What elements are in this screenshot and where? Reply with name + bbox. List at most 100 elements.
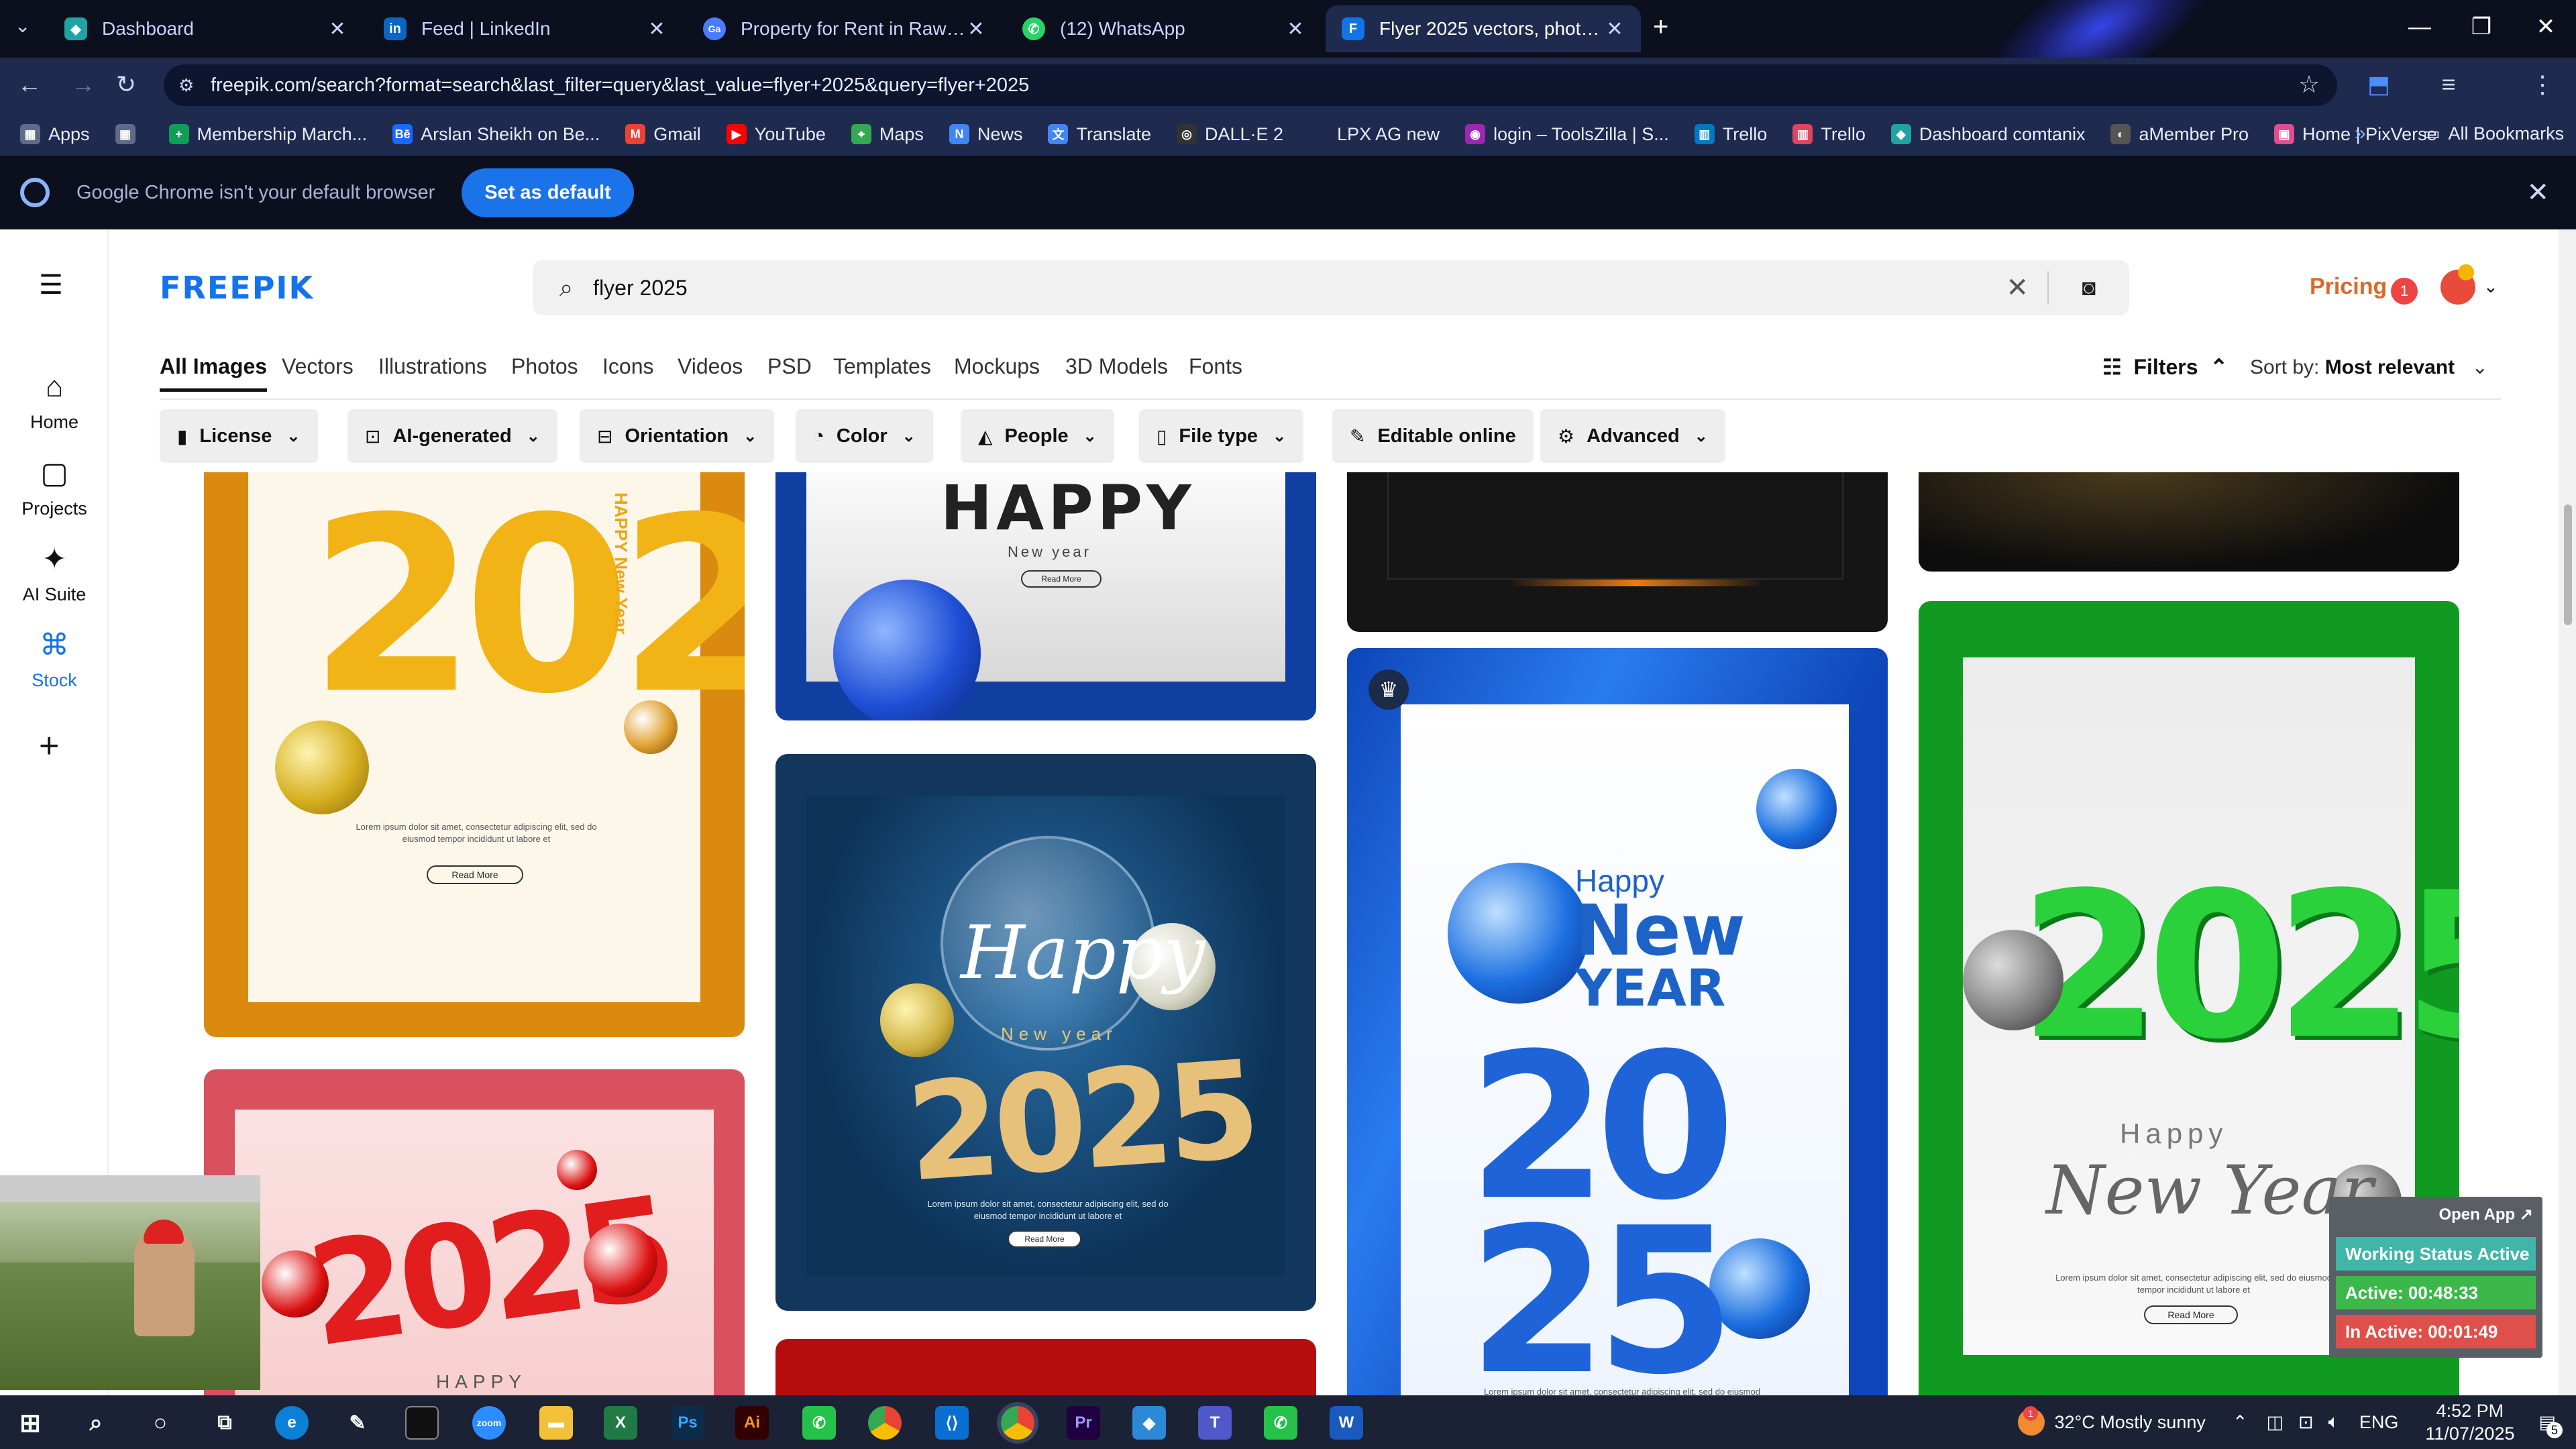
category-tab[interactable]: Videos bbox=[678, 354, 743, 379]
hamburger-menu-icon[interactable]: ☰ bbox=[39, 270, 63, 301]
category-tab[interactable]: Photos bbox=[511, 354, 578, 379]
result-card[interactable]: 2025 HAPPY bbox=[204, 1069, 745, 1395]
account-chevron-down-icon[interactable]: ⌄ bbox=[2483, 276, 2498, 297]
app-diamond-icon[interactable]: ◆ bbox=[1132, 1406, 1166, 1440]
filter-chip[interactable]: ▮ License ⌄ bbox=[160, 409, 318, 463]
menu-kebab-icon[interactable]: ⋮ bbox=[2522, 64, 2563, 105]
address-bar[interactable]: ⚙ freepik.com/search?format=search&last_… bbox=[164, 64, 2337, 106]
close-tab-icon[interactable]: ✕ bbox=[327, 17, 347, 41]
vscode-icon[interactable]: ⟨⟩ bbox=[935, 1406, 969, 1440]
tab-dashboard[interactable]: ◆ Dashboard ✕ bbox=[48, 5, 364, 52]
bookmark-star-icon[interactable]: ☆ bbox=[2289, 64, 2329, 105]
result-card[interactable]: Happy New year 2025 Lorem ipsum dolor si… bbox=[775, 754, 1316, 1311]
search-input[interactable]: flyer 2025 bbox=[593, 276, 688, 301]
category-tab[interactable]: PSD bbox=[767, 354, 812, 379]
illustrator-icon[interactable]: Ai bbox=[735, 1406, 769, 1440]
set-as-default-button[interactable]: Set as default bbox=[462, 168, 634, 217]
chrome-active-icon[interactable] bbox=[1001, 1406, 1034, 1440]
terminal-icon[interactable] bbox=[405, 1406, 439, 1440]
tab-freepik[interactable]: F Flyer 2025 vectors, photos and ✕ bbox=[1326, 5, 1641, 52]
filter-chip[interactable]: ⊟ Orientation ⌄ bbox=[580, 409, 775, 463]
bookmark-item[interactable]: ▥ Trello bbox=[1792, 124, 1866, 145]
bookmark-item[interactable]: LPX AG new bbox=[1309, 124, 1440, 145]
media-control-icon[interactable]: ≡ bbox=[2428, 64, 2469, 105]
pricing-link[interactable]: Pricing bbox=[2310, 274, 2387, 300]
category-tab[interactable]: All Images bbox=[160, 354, 268, 392]
search-bar[interactable]: ⌕ flyer 2025 ✕ ◙ bbox=[533, 260, 2129, 315]
bookmark-item[interactable]: ◐ aMember Pro bbox=[2110, 124, 2249, 145]
category-tab[interactable]: 3D Models bbox=[1065, 354, 1168, 379]
close-tab-icon[interactable]: ✕ bbox=[1605, 17, 1625, 41]
file-explorer-icon[interactable]: ▬ bbox=[539, 1406, 573, 1440]
search-icon[interactable]: ⌕ bbox=[79, 1406, 113, 1440]
forward-icon[interactable]: → bbox=[63, 64, 103, 105]
new-tab-icon[interactable]: + bbox=[1653, 12, 1668, 42]
tab-property[interactable]: Ga Property for Rent in Rawalpindi ✕ bbox=[687, 5, 1002, 52]
category-tab[interactable]: Icons bbox=[602, 354, 653, 379]
result-card[interactable]: 2025 HAPPY New Year Lorem ipsum dolor si… bbox=[204, 472, 745, 1037]
weather-text[interactable]: 32°C Mostly sunny bbox=[2054, 1412, 2205, 1433]
bookmark-item[interactable]: ▥ Trello bbox=[1694, 124, 1767, 145]
task-view-icon[interactable]: ⧉ bbox=[208, 1406, 241, 1440]
result-card[interactable]: ♛ Happy New YEAR 20 25 Lorem ipsum dolor… bbox=[1347, 648, 1888, 1395]
category-tab[interactable]: Vectors bbox=[282, 354, 354, 379]
sort-dropdown[interactable]: Sort by: Most relevant ⌄ bbox=[2250, 356, 2488, 379]
back-icon[interactable]: ← bbox=[9, 64, 50, 105]
bookmark-item[interactable]: Bē Arslan Sheikh on Be... bbox=[392, 124, 600, 145]
network-icon[interactable]: ⊡ bbox=[2298, 1412, 2314, 1433]
premiere-icon[interactable]: Pr bbox=[1067, 1406, 1100, 1440]
scrollbar-thumb[interactable] bbox=[2564, 504, 2572, 625]
filters-toggle[interactable]: ☷ Filters ⌃ bbox=[2102, 354, 2228, 380]
filter-chip[interactable]: ✎ Editable online bbox=[1332, 409, 1534, 463]
bookmark-item[interactable]: ▦ Apps bbox=[20, 124, 90, 145]
bookmark-item[interactable]: ◉ login – ToolsZilla | S... bbox=[1465, 124, 1669, 145]
windows-start-icon[interactable]: ⊞ bbox=[13, 1406, 47, 1440]
bookmark-item[interactable]: ▶ YouTube bbox=[726, 124, 826, 145]
clear-search-icon[interactable]: ✕ bbox=[2006, 272, 2029, 303]
rail-home[interactable]: ⌂ Home bbox=[0, 370, 109, 433]
excel-icon[interactable]: X bbox=[604, 1406, 637, 1440]
bookmark-item[interactable]: ◎ DALL·E 2 bbox=[1177, 124, 1283, 145]
chrome-icon[interactable] bbox=[868, 1406, 902, 1440]
category-tab[interactable]: Mockups bbox=[954, 354, 1040, 379]
cortana-icon[interactable]: ○ bbox=[144, 1406, 177, 1440]
filter-chip[interactable]: ◔ Color ⌄ bbox=[796, 409, 933, 463]
bookmark-item[interactable]: + Membership March... bbox=[168, 124, 367, 145]
notification-badge[interactable]: 1 bbox=[2391, 278, 2418, 305]
site-info-icon[interactable]: ⚙ bbox=[178, 75, 199, 95]
result-card[interactable] bbox=[775, 1339, 1316, 1395]
tab-linkedin[interactable]: in Feed | LinkedIn ✕ bbox=[368, 5, 683, 52]
camera-search-icon[interactable]: ◙ bbox=[2082, 275, 2096, 301]
tab-whatsapp[interactable]: ✆ (12) WhatsApp ✕ bbox=[1006, 5, 1322, 52]
open-app-link[interactable]: Open App ↗ bbox=[2438, 1205, 2533, 1224]
bookmark-item[interactable]: ◆ Dashboard comtanix bbox=[1890, 124, 2085, 145]
restore-icon[interactable]: ❐ bbox=[2445, 0, 2518, 54]
extensions-icon[interactable]: ⬒ bbox=[2359, 64, 2399, 105]
close-tab-icon[interactable]: ✕ bbox=[1285, 17, 1305, 41]
freepik-logo[interactable]: FREEPIK bbox=[160, 270, 314, 306]
volume-icon[interactable]: 🔈︎ bbox=[2328, 1411, 2339, 1433]
close-tab-icon[interactable]: ✕ bbox=[647, 17, 667, 41]
clock[interactable]: 4:52 PM 11/07/2025 bbox=[2425, 1399, 2514, 1445]
edge-icon[interactable]: e bbox=[275, 1406, 309, 1440]
pen-tool-icon[interactable]: ✎ bbox=[341, 1406, 374, 1440]
notifications-icon[interactable]: ▤ 5 bbox=[2538, 1412, 2563, 1438]
tray-chevron-up-icon[interactable]: ⌃ bbox=[2233, 1412, 2248, 1433]
more-bookmarks-icon[interactable]: » bbox=[2355, 122, 2366, 145]
phone-app-icon[interactable]: ✆ bbox=[1264, 1406, 1297, 1440]
page-scrollbar[interactable] bbox=[2559, 229, 2576, 1395]
meet-icon[interactable]: ◫ bbox=[2266, 1412, 2284, 1433]
result-card[interactable]: HAPPY New year Read More bbox=[775, 472, 1316, 720]
reload-icon[interactable]: ↻ bbox=[106, 64, 146, 105]
close-infobar-icon[interactable]: ✕ bbox=[2526, 177, 2549, 208]
category-tab[interactable]: Templates bbox=[833, 354, 931, 379]
result-card[interactable] bbox=[1919, 472, 2459, 572]
category-tab[interactable]: Illustrations bbox=[378, 354, 487, 379]
bookmark-item[interactable]: M Gmail bbox=[625, 124, 701, 145]
zoom-icon[interactable]: zoom bbox=[472, 1406, 506, 1440]
word-icon[interactable]: W bbox=[1330, 1406, 1363, 1440]
bookmark-item[interactable]: N News bbox=[949, 124, 1022, 145]
close-window-icon[interactable]: ✕ bbox=[2509, 0, 2576, 54]
result-card[interactable] bbox=[1347, 472, 1888, 632]
filter-chip[interactable]: ⚙ Advanced ⌄ bbox=[1540, 409, 1725, 463]
